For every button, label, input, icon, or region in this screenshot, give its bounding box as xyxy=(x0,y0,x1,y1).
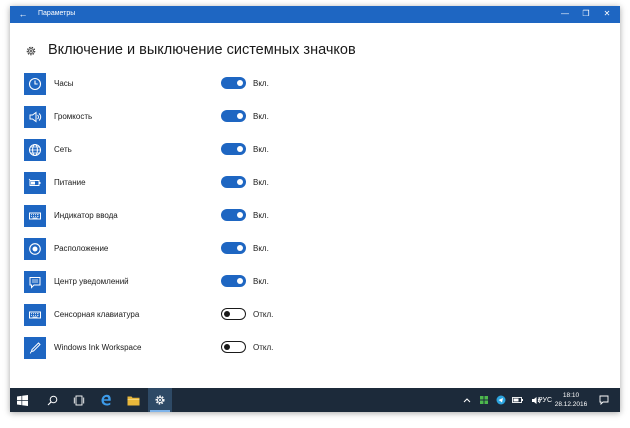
volume-toggle[interactable] xyxy=(221,110,246,122)
pen-icon xyxy=(24,337,46,359)
toggle-state: Вкл. xyxy=(253,277,269,286)
list-item-clock: Часы Вкл. xyxy=(24,73,584,95)
globe-icon xyxy=(24,139,46,161)
notification-icon xyxy=(24,271,46,293)
toggle-state: Вкл. xyxy=(253,112,269,121)
task-view-icon[interactable] xyxy=(67,388,91,412)
settings-content: Включение и выключение системных значков… xyxy=(10,23,620,388)
minimize-button[interactable]: — xyxy=(558,8,572,20)
notification-tray-icon[interactable] xyxy=(596,388,612,412)
list-item-input-indicator: Индикатор ввода Вкл. xyxy=(24,205,584,227)
chevron-up-icon[interactable] xyxy=(461,388,473,412)
maximize-button[interactable]: ❐ xyxy=(579,8,593,20)
location-icon xyxy=(24,238,46,260)
search-icon[interactable] xyxy=(40,388,64,412)
toggle-state: Вкл. xyxy=(253,145,269,154)
clock-icon xyxy=(24,73,46,95)
battery-icon xyxy=(24,172,46,194)
toggle-state: Вкл. xyxy=(253,244,269,253)
network-tray-icon[interactable] xyxy=(478,388,490,412)
location-toggle[interactable] xyxy=(221,242,246,254)
windows-ink-toggle[interactable] xyxy=(221,341,246,353)
touch-keyboard-toggle[interactable] xyxy=(221,308,246,320)
settings-icon[interactable] xyxy=(148,388,172,412)
toggle-state: Вкл. xyxy=(253,79,269,88)
settings-window: ← Параметры — ❐ ✕ Включение и выключение… xyxy=(10,6,620,412)
back-button[interactable]: ← xyxy=(16,8,30,20)
taskbar: РУС 18:10 28.12.2016 xyxy=(10,388,620,412)
window-title: Параметры xyxy=(38,10,76,17)
input-indicator-toggle[interactable] xyxy=(221,209,246,221)
close-button[interactable]: ✕ xyxy=(600,8,614,20)
item-label: Центр уведомлений xyxy=(54,277,129,286)
windows-start-icon[interactable] xyxy=(10,388,34,412)
item-label: Windows Ink Workspace xyxy=(54,343,142,352)
toggle-state: Вкл. xyxy=(253,178,269,187)
list-item-volume: Громкость Вкл. xyxy=(24,106,584,128)
title-bar: ← Параметры — ❐ ✕ xyxy=(10,6,620,23)
item-label: Часы xyxy=(54,79,74,88)
list-item-touch-keyboard: Сенсорная клавиатура Откл. xyxy=(24,304,584,326)
item-label: Питание xyxy=(54,178,86,187)
list-item-windows-ink: Windows Ink Workspace Откл. xyxy=(24,337,584,359)
keyboard-icon xyxy=(24,205,46,227)
toggle-state: Откл. xyxy=(253,310,274,319)
battery-tray-icon[interactable] xyxy=(512,388,524,412)
action-center-toggle[interactable] xyxy=(221,275,246,287)
file-explorer-icon[interactable] xyxy=(121,388,145,412)
item-label: Сенсорная клавиатура xyxy=(54,310,140,319)
toggle-state: Вкл. xyxy=(253,211,269,220)
network-toggle[interactable] xyxy=(221,143,246,155)
page-title: Включение и выключение системных значков xyxy=(48,42,356,58)
item-label: Расположение xyxy=(54,244,109,253)
volume-icon xyxy=(24,106,46,128)
clock-toggle[interactable] xyxy=(221,77,246,89)
touch-keyboard-icon xyxy=(24,304,46,326)
item-label: Сеть xyxy=(54,145,72,154)
clock-date: 28.12.2016 xyxy=(554,401,588,408)
list-item-network: Сеть Вкл. xyxy=(24,139,584,161)
edge-icon[interactable] xyxy=(94,388,118,412)
clock-time: 18:10 xyxy=(562,392,580,399)
item-label: Индикатор ввода xyxy=(54,211,118,220)
list-item-action-center: Центр уведомлений Вкл. xyxy=(24,271,584,293)
list-item-power: Питание Вкл. xyxy=(24,172,584,194)
taskbar-clock[interactable]: 18:10 28.12.2016 xyxy=(550,391,592,409)
item-label: Громкость xyxy=(54,112,93,121)
list-item-location: Расположение Вкл. xyxy=(24,238,584,260)
power-toggle[interactable] xyxy=(221,176,246,188)
telegram-tray-icon[interactable] xyxy=(494,388,508,412)
toggle-state: Откл. xyxy=(253,343,274,352)
gear-icon xyxy=(26,46,36,56)
